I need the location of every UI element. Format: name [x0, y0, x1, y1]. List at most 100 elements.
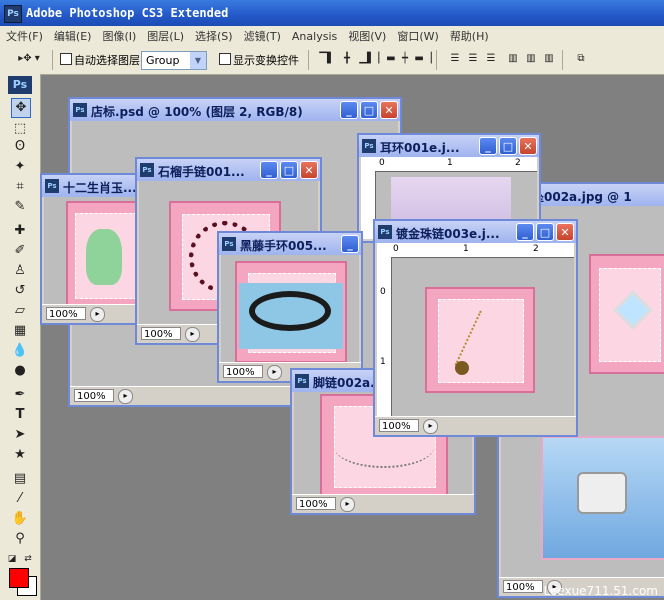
shape-tool-icon[interactable]: ★: [11, 446, 29, 464]
minimize-icon[interactable]: _: [340, 101, 358, 119]
distribute-left-icon[interactable]: ▥: [504, 52, 522, 66]
zoom-tool-icon[interactable]: ⚲: [11, 530, 29, 548]
window-titlebar[interactable]: Ps 石榴手链001... _ □ ✕: [137, 159, 320, 181]
align-top-icon[interactable]: ▔▌: [318, 52, 336, 66]
close-icon[interactable]: ✕: [519, 137, 537, 155]
status-menu-icon[interactable]: ▸: [340, 497, 355, 512]
align-hcenter-icon[interactable]: ┿: [396, 52, 414, 66]
ruler-number: 2: [533, 244, 539, 254]
zoom-field[interactable]: 100%: [296, 497, 336, 510]
auto-select-checkbox[interactable]: [60, 53, 72, 65]
menu-view[interactable]: 视图(V): [342, 26, 391, 44]
clone-stamp-icon[interactable]: ♙: [11, 262, 29, 280]
distribute-right-icon[interactable]: ▥: [540, 52, 558, 66]
zoom-field[interactable]: 100%: [141, 327, 181, 340]
magic-wand-icon[interactable]: ✦: [11, 158, 29, 176]
maximize-icon[interactable]: □: [536, 223, 554, 241]
window-titlebar[interactable]: Ps 黑藤手环005... _: [219, 233, 361, 255]
window-titlebar[interactable]: Ps 镀金珠链003e.j... _ □ ✕: [375, 221, 576, 243]
document-window-gilded-bead-chain[interactable]: Ps 镀金珠链003e.j... _□✕ 0 1 2 0 1 2 100% ▸: [373, 219, 578, 437]
product-image: [589, 254, 664, 374]
swap-colors-icon[interactable]: ⇄: [22, 550, 34, 568]
close-icon[interactable]: ✕: [556, 223, 574, 241]
move-tool-icon[interactable]: ✥: [11, 98, 31, 118]
minimize-icon[interactable]: _: [479, 137, 497, 155]
window-controls: _ □ ✕: [258, 161, 318, 179]
path-select-icon[interactable]: ➤: [11, 426, 29, 444]
minimize-icon[interactable]: _: [516, 223, 534, 241]
distribute-bottom-icon[interactable]: ☰: [482, 52, 500, 66]
close-icon[interactable]: ✕: [380, 101, 398, 119]
menu-select[interactable]: 选择(S): [189, 26, 238, 44]
menu-file[interactable]: 文件(F): [0, 26, 48, 44]
healing-brush-icon[interactable]: ✚: [11, 222, 29, 240]
menu-analysis[interactable]: Analysis: [286, 28, 342, 43]
close-icon[interactable]: ✕: [300, 161, 318, 179]
document-canvas[interactable]: 0 1 2 0 1 2: [377, 243, 574, 417]
product-image: [66, 201, 144, 305]
menu-image[interactable]: 图像(I): [96, 26, 141, 44]
eyedropper-icon[interactable]: ⁄: [11, 490, 29, 508]
minimize-icon[interactable]: _: [260, 161, 278, 179]
maximize-icon[interactable]: □: [499, 137, 517, 155]
distribute-vcenter-icon[interactable]: ☰: [464, 52, 482, 66]
window-titlebar[interactable]: Ps 十二生肖玉...: [42, 175, 146, 197]
document-canvas[interactable]: [221, 255, 359, 363]
auto-align-layers-icon[interactable]: ⧉: [572, 52, 590, 66]
zoom-field[interactable]: 100%: [503, 580, 543, 593]
pen-tool-icon[interactable]: ✒: [11, 386, 29, 404]
align-bottom-icon[interactable]: ▁▌: [358, 52, 376, 66]
crop-tool-icon[interactable]: ⌗: [11, 178, 29, 196]
brush-tool-icon[interactable]: ✐: [11, 242, 29, 260]
eraser-icon[interactable]: ▱: [11, 302, 29, 320]
window-titlebar[interactable]: Ps 店标.psd @ 100% (图层 2, RGB/8) _ □ ✕: [70, 99, 400, 121]
blur-tool-icon[interactable]: 💧: [11, 342, 29, 360]
lasso-tool-icon[interactable]: ʘ: [11, 138, 29, 156]
divider: [436, 50, 437, 70]
history-brush-icon[interactable]: ↺: [11, 282, 29, 300]
show-transform-checkbox[interactable]: [219, 53, 231, 65]
tool-preset-picker-icon[interactable]: ▸✥ ▾: [14, 52, 44, 66]
menu-filter[interactable]: 滤镜(T): [238, 26, 286, 44]
menu-window[interactable]: 窗口(W): [391, 26, 443, 44]
status-bar: 100% ▸: [292, 494, 474, 513]
slice-tool-icon[interactable]: ✎: [11, 198, 29, 216]
minimize-icon[interactable]: _: [341, 235, 359, 253]
distribute-top-icon[interactable]: ☰: [446, 52, 464, 66]
status-menu-icon[interactable]: ▸: [267, 365, 282, 380]
dodge-tool-icon[interactable]: ●: [11, 362, 29, 380]
zoom-field[interactable]: 100%: [46, 307, 86, 320]
document-window-black-rattan-bangle[interactable]: Ps 黑藤手环005... _ 100% ▸: [217, 231, 363, 383]
align-left-icon[interactable]: ▏▬: [378, 52, 396, 66]
align-vcenter-icon[interactable]: ╋: [338, 52, 356, 66]
status-menu-icon[interactable]: ▸: [118, 389, 133, 404]
jade-pendant-graphic: [86, 229, 122, 285]
menu-help[interactable]: 帮助(H): [444, 26, 494, 44]
gradient-tool-icon[interactable]: ▦: [11, 322, 29, 340]
zoom-field[interactable]: 100%: [379, 419, 419, 432]
document-window-zodiac-jade[interactable]: Ps 十二生肖玉... 100% ▸: [40, 173, 148, 325]
menu-edit[interactable]: 编辑(E): [48, 26, 97, 44]
default-colors-icon[interactable]: ◪: [6, 550, 18, 568]
type-tool-icon[interactable]: T: [11, 406, 29, 424]
status-menu-icon[interactable]: ▸: [90, 307, 105, 322]
auto-select-dropdown[interactable]: Group ▼: [141, 51, 207, 70]
window-titlebar[interactable]: Ps 耳环001e.j... _ □ ✕: [359, 135, 539, 157]
menu-layer[interactable]: 图层(L): [141, 26, 189, 44]
align-right-icon[interactable]: ▬▕: [414, 52, 432, 66]
document-canvas[interactable]: [44, 197, 144, 305]
maximize-icon[interactable]: □: [280, 161, 298, 179]
status-menu-icon[interactable]: ▸: [423, 419, 438, 434]
notes-tool-icon[interactable]: ▤: [11, 470, 29, 488]
maximize-icon[interactable]: □: [360, 101, 378, 119]
distribute-hcenter-icon[interactable]: ▥: [522, 52, 540, 66]
horizontal-ruler: 0 1 2: [377, 243, 574, 258]
marquee-tool-icon[interactable]: ⬚: [11, 120, 29, 138]
zoom-field[interactable]: 100%: [223, 365, 263, 378]
zoom-field[interactable]: 100%: [74, 389, 114, 402]
ruler-number: 0: [393, 244, 399, 254]
hand-tool-icon[interactable]: ✋: [11, 510, 29, 528]
foreground-color-swatch[interactable]: [9, 568, 29, 588]
chevron-down-icon[interactable]: ▼: [190, 52, 206, 69]
status-menu-icon[interactable]: ▸: [185, 327, 200, 342]
